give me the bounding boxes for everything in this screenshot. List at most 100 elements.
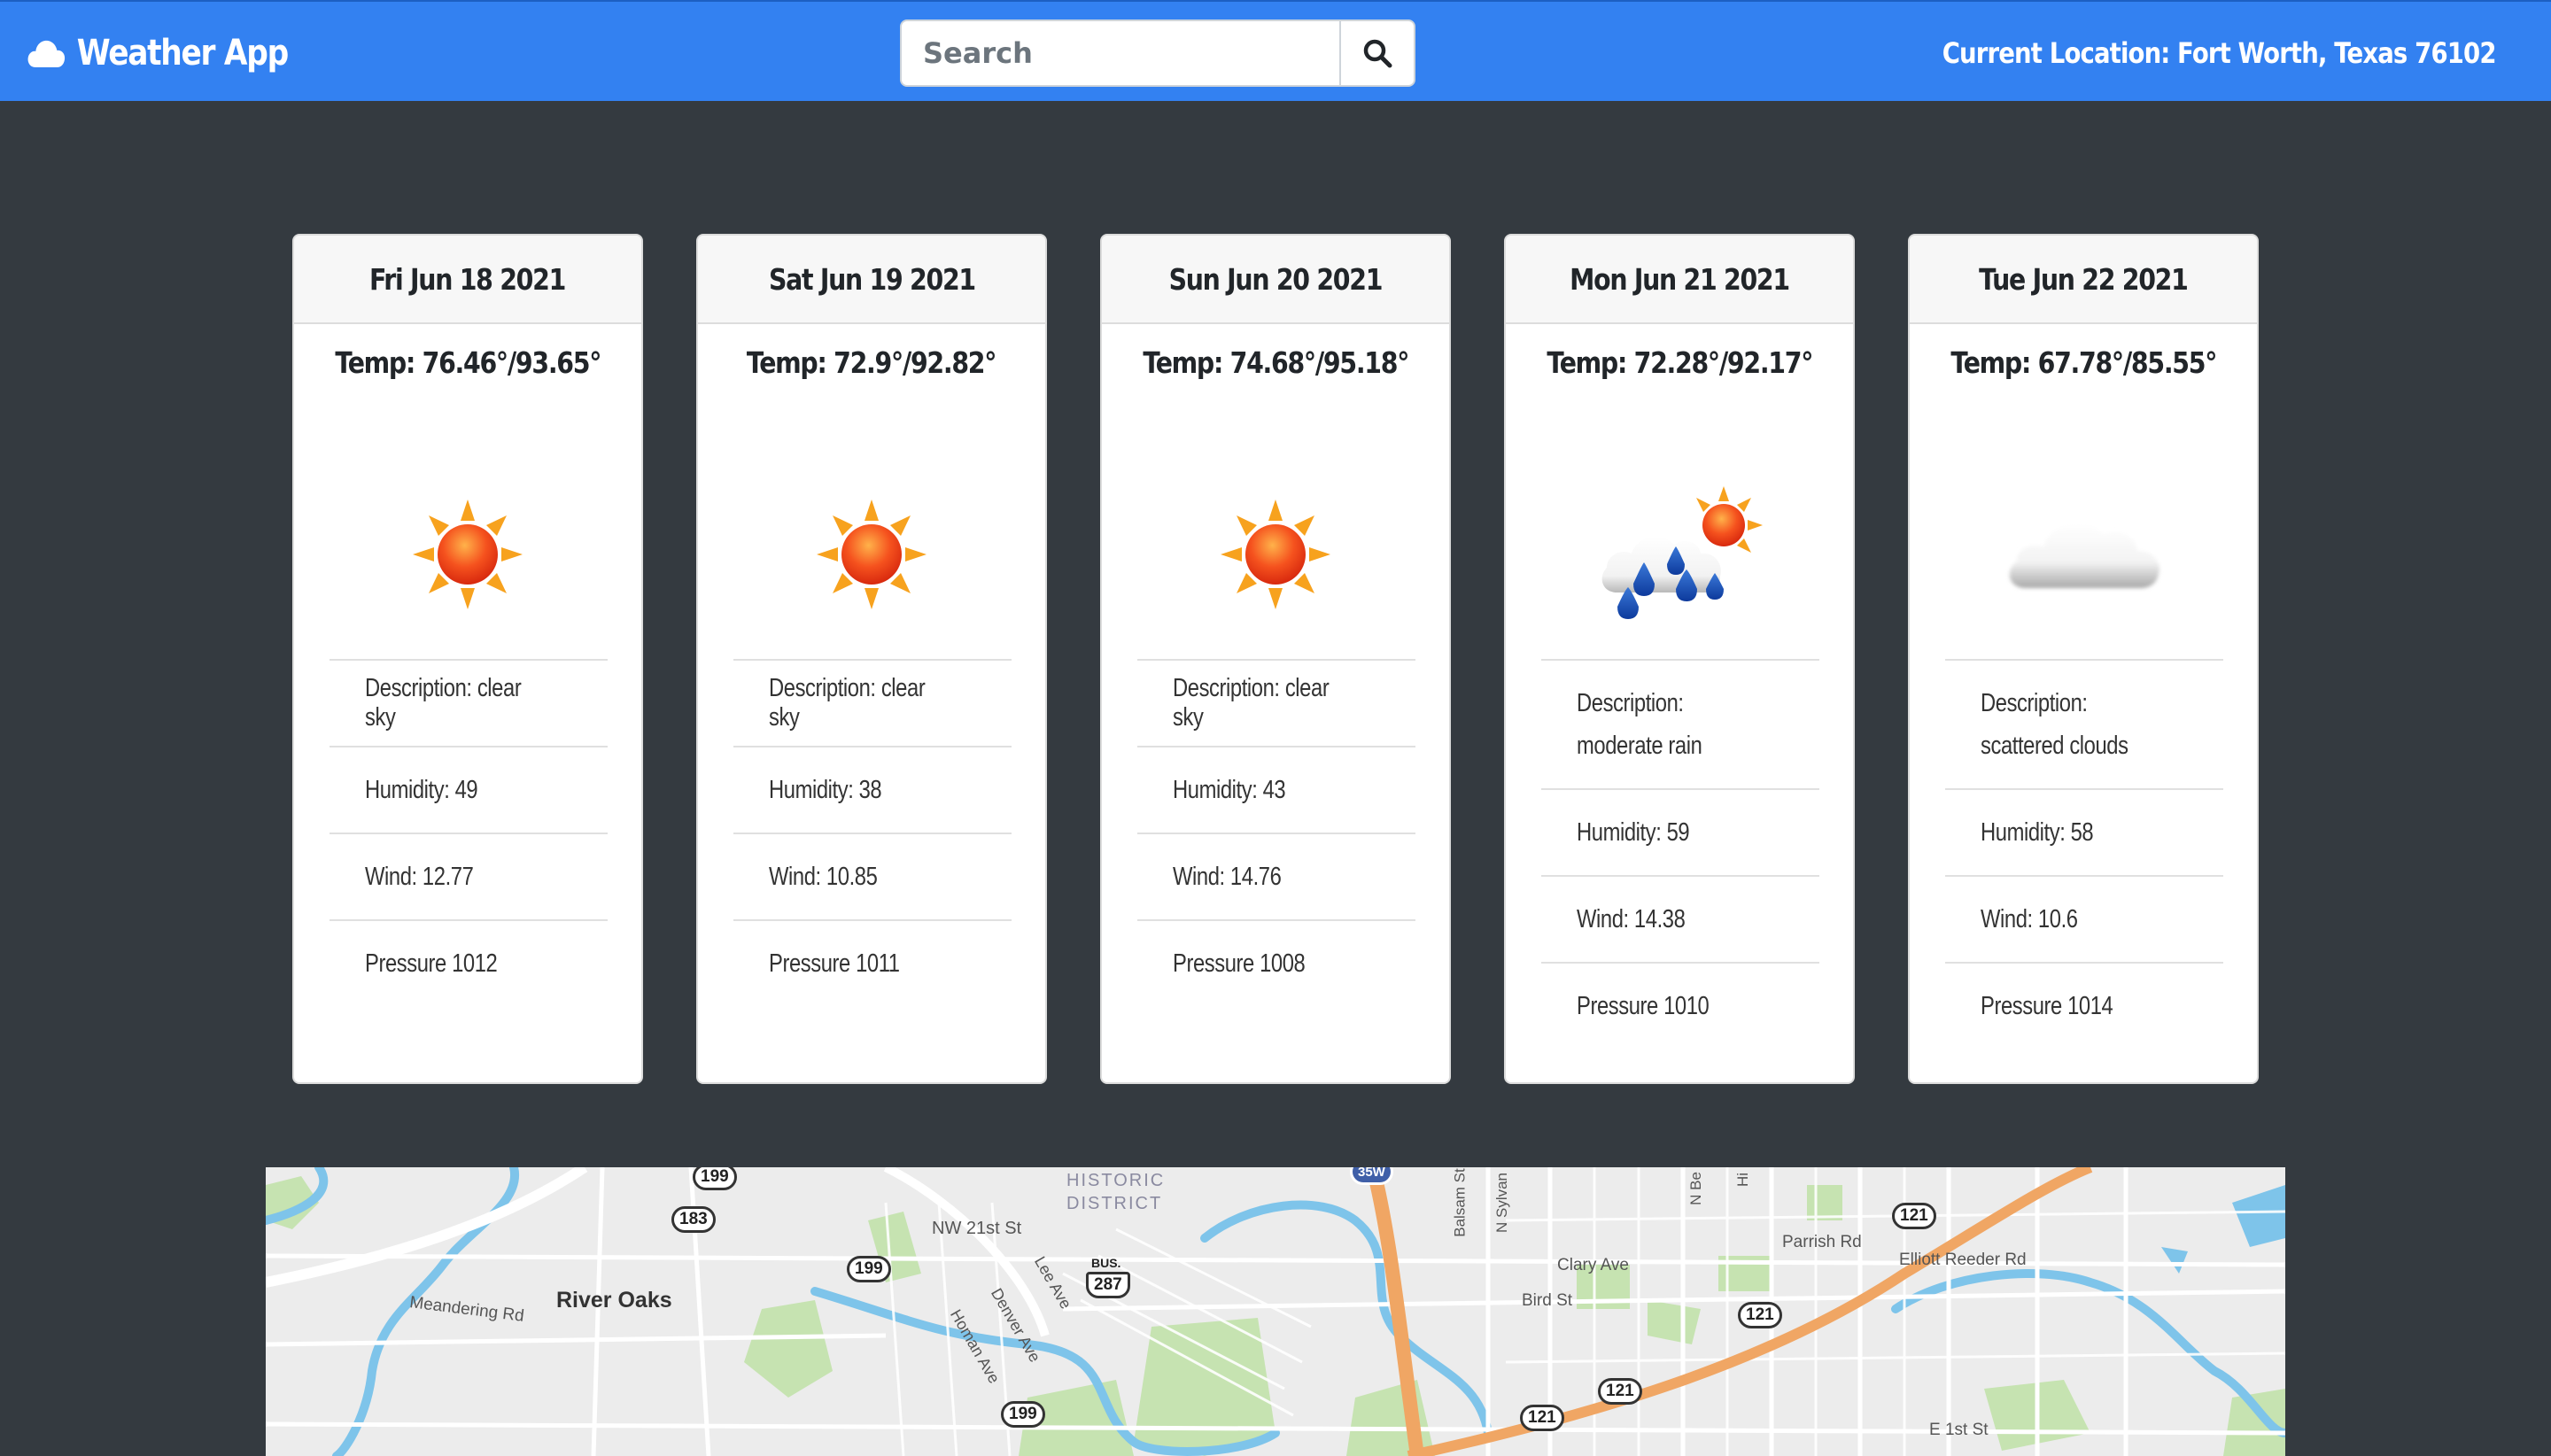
sun-icon (1221, 500, 1330, 609)
sun-icon (817, 500, 927, 609)
humidity-text: Humidity: 43 (1173, 775, 1286, 804)
list-item: Description: scattered clouds (1945, 659, 2223, 788)
list-item: Pressure 1008 (1137, 919, 1415, 1006)
weather-details: Description: clear sky Humidity: 43 Wind… (1137, 659, 1415, 1006)
list-item: Wind: 14.38 (1541, 875, 1819, 962)
list-item: Description: clear sky (1137, 659, 1415, 746)
weather-details: Description: clear sky Humidity: 49 Wind… (330, 659, 608, 1006)
card-temp: Temp: 72.9°/92.82° (698, 345, 1045, 380)
pressure-text: Pressure 1011 (769, 949, 900, 978)
temp-text: Temp: 76.46°/93.65° (335, 345, 601, 380)
weather-details: Description: scattered clouds Humidity: … (1945, 659, 2223, 1049)
wind-text: Wind: 10.6 (1981, 904, 2078, 933)
card-date: Sun Jun 20 2021 (1168, 261, 1384, 297)
list-item: Humidity: 59 (1541, 788, 1819, 875)
navbar: Weather App Current Location: Fort Worth… (0, 0, 2551, 101)
map-label-hi: Hi (1734, 1172, 1752, 1188)
weather-icon-box (1506, 466, 1853, 643)
list-item: Wind: 12.77 (330, 833, 608, 919)
forecast-card: Sun Jun 20 2021 Temp: 74.68°/95.18° Desc… (1100, 234, 1451, 1084)
search-button[interactable] (1341, 19, 1415, 87)
description-text: Description: clear sky (769, 674, 926, 732)
card-temp: Temp: 72.28°/92.17° (1506, 345, 1853, 380)
list-item: Humidity: 38 (733, 746, 1012, 833)
search-form (900, 19, 1415, 87)
description-text: Description: clear sky (1173, 674, 1330, 732)
location-map[interactable]: River Oaks Meandering Rd HISTORIC DISTRI… (266, 1167, 2285, 1456)
route-shield: 121 (1892, 1203, 1936, 1229)
list-item: Pressure 1010 (1541, 962, 1819, 1049)
card-date: Sat Jun 19 2021 (768, 261, 976, 297)
card-temp: Temp: 76.46°/93.65° (294, 345, 641, 380)
list-item: Description: clear sky (330, 659, 608, 746)
map-label-nw21: NW 21st St (932, 1219, 1022, 1238)
route-shield: 183 (671, 1206, 716, 1233)
forecast-card: Sat Jun 19 2021 Temp: 72.9°/92.82° Descr… (696, 234, 1047, 1084)
list-item: Pressure 1014 (1945, 962, 2223, 1049)
weather-details: Description: moderate rain Humidity: 59 … (1541, 659, 1819, 1049)
card-header: Sat Jun 19 2021 (698, 236, 1045, 324)
location-label: Current Location: (1942, 36, 2171, 70)
route-shield: 199 (1001, 1401, 1045, 1428)
temp-text: Temp: 67.78°/85.55° (1950, 345, 2217, 380)
map-label-district: DISTRICT (1066, 1194, 1163, 1213)
app-title: Weather App (76, 33, 289, 74)
map-label-historic: HISTORIC (1066, 1171, 1166, 1190)
list-item: Pressure 1011 (733, 919, 1012, 1006)
weather-icon-box (698, 466, 1045, 643)
temp-text: Temp: 72.9°/92.82° (747, 345, 997, 380)
weather-icon-box (294, 466, 641, 643)
map-label-e1st: E 1st St (1929, 1421, 1989, 1439)
card-temp: Temp: 67.78°/85.55° (1910, 345, 2257, 380)
route-shield: 121 (1598, 1378, 1642, 1405)
map-label-nbe: N Be (1686, 1172, 1704, 1205)
cloud-icon (2009, 523, 2159, 588)
forecast-card: Fri Jun 18 2021 Temp: 76.46°/93.65° Desc… (292, 234, 643, 1084)
list-item: Wind: 14.76 (1137, 833, 1415, 919)
weather-icon-box (1910, 466, 2257, 643)
list-item: Description: clear sky (733, 659, 1012, 746)
sun-icon (413, 500, 523, 609)
route-shield: 121 (1520, 1405, 1564, 1431)
list-item: Pressure 1012 (330, 919, 608, 1006)
card-temp: Temp: 74.68°/95.18° (1102, 345, 1449, 380)
wind-text: Wind: 10.85 (769, 862, 878, 891)
forecast-cards: Fri Jun 18 2021 Temp: 76.46°/93.65° Desc… (292, 234, 2259, 1084)
card-header: Fri Jun 18 2021 (294, 236, 641, 324)
list-item: Wind: 10.85 (733, 833, 1012, 919)
route-shield: 287 (1086, 1272, 1130, 1298)
app-brand[interactable]: Weather App (27, 28, 289, 78)
forecast-card: Tue Jun 22 2021 Temp: 67.78°/85.55° Desc… (1908, 234, 2259, 1084)
weather-icon-box (1102, 466, 1449, 643)
weather-details: Description: clear sky Humidity: 38 Wind… (733, 659, 1012, 1006)
temp-text: Temp: 74.68°/95.18° (1143, 345, 1409, 380)
card-date: Tue Jun 22 2021 (1979, 261, 2189, 297)
route-shield: 35W (1350, 1167, 1393, 1185)
rain-cloud-sun-icon (1601, 486, 1763, 619)
map-label-river-oaks: River Oaks (556, 1288, 672, 1313)
wind-text: Wind: 14.76 (1173, 862, 1282, 891)
wind-text: Wind: 12.77 (365, 862, 474, 891)
map-label-balsam: Balsam St (1451, 1168, 1469, 1237)
temp-text: Temp: 72.28°/92.17° (1547, 345, 1813, 380)
location-value: Fort Worth, Texas 76102 (2177, 36, 2496, 70)
search-input[interactable] (900, 19, 1341, 87)
route-shield: 121 (1738, 1302, 1782, 1328)
card-date: Mon Jun 21 2021 (1570, 261, 1790, 297)
route-shield: 199 (693, 1167, 737, 1190)
map-label-nsylvan: N Sylvan (1493, 1172, 1511, 1234)
humidity-text: Humidity: 59 (1577, 817, 1690, 847)
pressure-text: Pressure 1014 (1981, 991, 2113, 1020)
description-text: Description: clear sky (365, 674, 522, 732)
description-text: Description: moderate rain (1577, 689, 1702, 760)
card-header: Tue Jun 22 2021 (1910, 236, 2257, 324)
list-item: Description: moderate rain (1541, 659, 1819, 788)
map-label-elliott: Elliott Reeder Rd (1899, 1251, 2027, 1269)
list-item: Humidity: 43 (1137, 746, 1415, 833)
map-label-bird: Bird St (1522, 1291, 1573, 1310)
map-label-bus: BUS. (1091, 1256, 1121, 1270)
current-location: Current Location: Fort Worth, Texas 7610… (1942, 32, 2497, 74)
humidity-text: Humidity: 38 (769, 775, 882, 804)
card-date: Fri Jun 18 2021 (369, 261, 566, 297)
card-header: Mon Jun 21 2021 (1506, 236, 1853, 324)
